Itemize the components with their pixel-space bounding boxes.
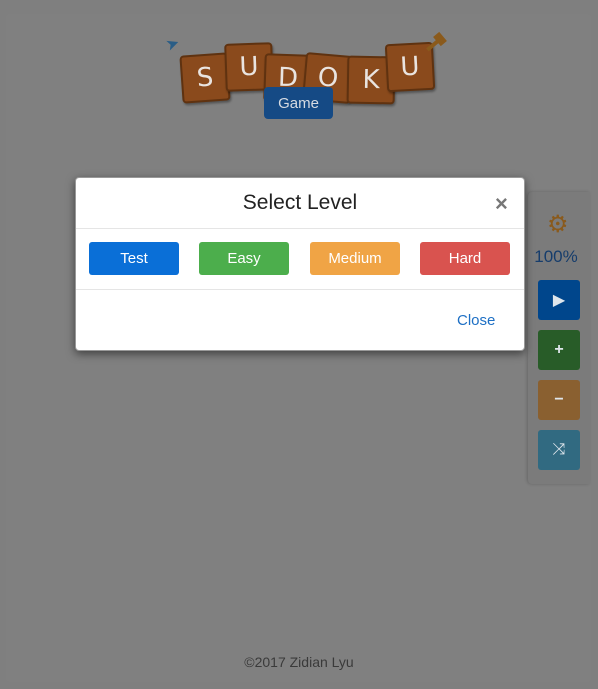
game-button[interactable]: Game: [264, 87, 333, 119]
minus-icon: −: [554, 391, 564, 408]
play-icon: ▶: [552, 292, 566, 309]
logo-letter-s: S: [179, 52, 231, 104]
shuffle-icon: ⤨: [552, 441, 566, 458]
level-medium-button[interactable]: Medium: [310, 242, 400, 275]
level-test-button[interactable]: Test: [89, 242, 179, 275]
select-level-modal: Select Level × Test Easy Medium Hard Clo…: [75, 177, 525, 351]
gear-icon[interactable]: ⚙: [547, 210, 569, 239]
play-button[interactable]: ▶: [538, 280, 580, 320]
hammer-icon: [426, 31, 447, 52]
side-control-panel: ⚙ 100% ▶ + − ⤨: [528, 192, 590, 484]
level-hard-button[interactable]: Hard: [420, 242, 510, 275]
level-easy-button[interactable]: Easy: [199, 242, 289, 275]
close-icon[interactable]: ×: [495, 192, 508, 216]
shuffle-button[interactable]: ⤨: [538, 430, 580, 470]
modal-header: Select Level ×: [76, 178, 524, 229]
remove-button[interactable]: −: [538, 380, 580, 420]
zoom-level: 100%: [534, 247, 578, 266]
add-button[interactable]: +: [538, 330, 580, 370]
paper-plane-icon: ➤: [163, 34, 183, 55]
plus-icon: +: [554, 341, 564, 358]
modal-title: Select Level: [242, 191, 358, 214]
modal-body: Test Easy Medium Hard: [76, 229, 524, 290]
close-button[interactable]: Close: [457, 312, 495, 329]
copyright-footer: ©2017 Zidian Lyu: [244, 654, 354, 670]
